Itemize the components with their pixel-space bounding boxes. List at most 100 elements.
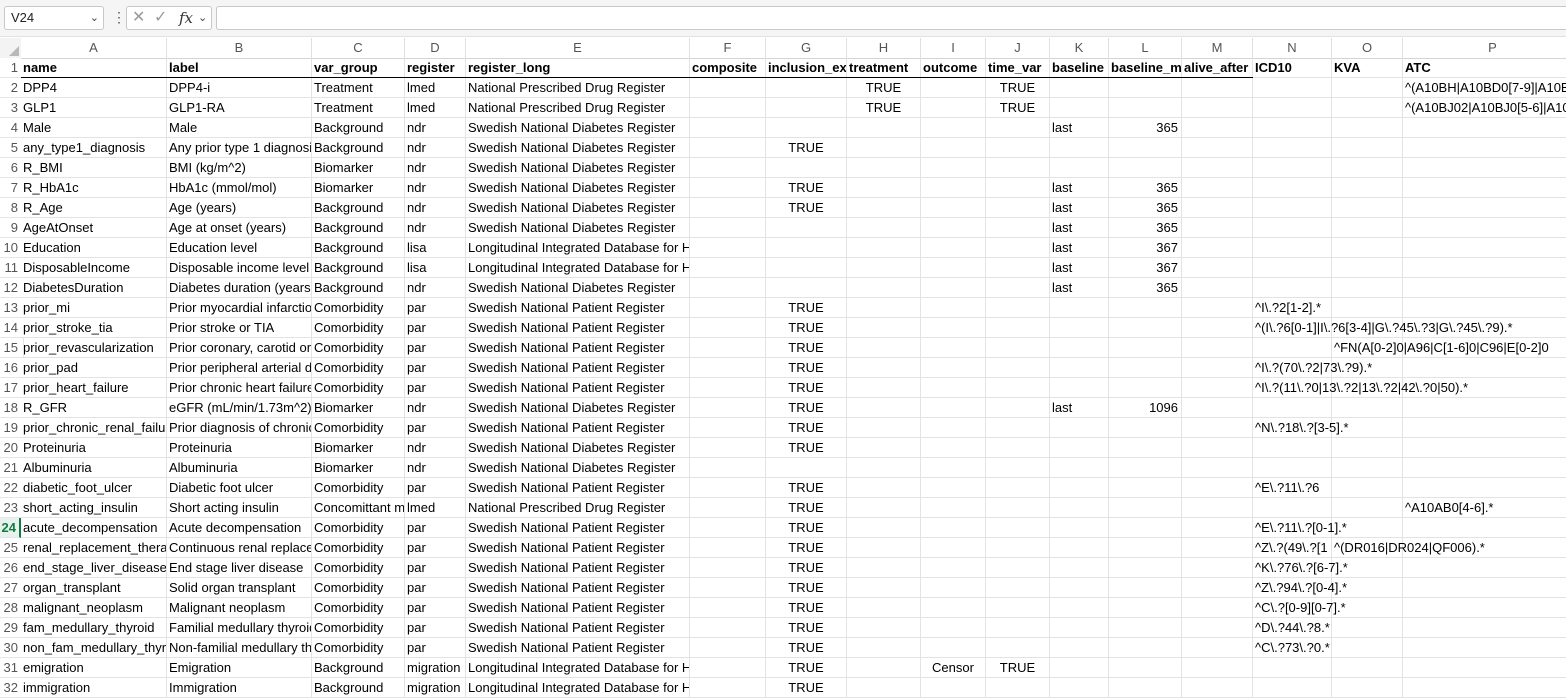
cell-F15[interactable] (690, 338, 766, 358)
cell-F30[interactable] (690, 638, 766, 658)
cell-P22[interactable] (1403, 478, 1566, 498)
cell-A29[interactable]: fam_medullary_thyroid (21, 618, 167, 638)
row-header-20[interactable]: 20 (0, 438, 21, 458)
cell-K10[interactable]: last (1050, 238, 1109, 258)
cell-M5[interactable] (1182, 138, 1253, 158)
cell-K27[interactable] (1050, 578, 1109, 598)
cell-G8[interactable]: TRUE (766, 198, 847, 218)
cell-C32[interactable]: Background (312, 678, 405, 698)
cell-C17[interactable]: Comorbidity (312, 378, 405, 398)
cell-K16[interactable] (1050, 358, 1109, 378)
cell-I2[interactable] (921, 78, 986, 98)
cell-I6[interactable] (921, 158, 986, 178)
cell-C20[interactable]: Biomarker (312, 438, 405, 458)
cell-K23[interactable] (1050, 498, 1109, 518)
cell-G5[interactable]: TRUE (766, 138, 847, 158)
cell-I5[interactable] (921, 138, 986, 158)
cell-G32[interactable]: TRUE (766, 678, 847, 698)
cell-C18[interactable]: Biomarker (312, 398, 405, 418)
cell-A23[interactable]: short_acting_insulin (21, 498, 167, 518)
cell-E22[interactable]: Swedish National Patient Register (466, 478, 690, 498)
insert-function-icon[interactable]: fx (179, 8, 193, 28)
name-box-chevron-icon[interactable]: ⌄ (90, 7, 99, 29)
cell-B15[interactable]: Prior coronary, carotid or peripheral re… (167, 338, 312, 358)
cell-F10[interactable] (690, 238, 766, 258)
cell-F25[interactable] (690, 538, 766, 558)
cell-I23[interactable] (921, 498, 986, 518)
cell-B6[interactable]: BMI (kg/m^2) (167, 158, 312, 178)
cell-H28[interactable] (847, 598, 921, 618)
cell-N6[interactable] (1253, 158, 1332, 178)
cell-I12[interactable] (921, 278, 986, 298)
cell-P9[interactable] (1403, 218, 1566, 238)
cell-N31[interactable] (1253, 658, 1332, 678)
cell-A22[interactable]: diabetic_foot_ulcer (21, 478, 167, 498)
cell-N2[interactable] (1253, 78, 1332, 98)
cell-E1[interactable]: register_long (466, 58, 690, 78)
cell-F14[interactable] (690, 318, 766, 338)
cell-C16[interactable]: Comorbidity (312, 358, 405, 378)
cell-H21[interactable] (847, 458, 921, 478)
cell-O13[interactable] (1332, 298, 1403, 318)
cell-P1[interactable]: ATC (1403, 58, 1566, 78)
row-header-18[interactable]: 18 (0, 398, 21, 418)
cell-M13[interactable] (1182, 298, 1253, 318)
cell-K30[interactable] (1050, 638, 1109, 658)
cell-N18[interactable] (1253, 398, 1332, 418)
cell-D24[interactable]: par (405, 518, 466, 538)
cell-B16[interactable]: Prior peripheral arterial disease (167, 358, 312, 378)
cell-G24[interactable]: TRUE (766, 518, 847, 538)
cell-B3[interactable]: GLP1-RA (167, 98, 312, 118)
cell-A25[interactable]: renal_replacement_therapy (21, 538, 167, 558)
cell-N21[interactable] (1253, 458, 1332, 478)
cell-I15[interactable] (921, 338, 986, 358)
cell-L25[interactable] (1109, 538, 1182, 558)
cell-E32[interactable]: Longitudinal Integrated Database for Hea… (466, 678, 690, 698)
cell-P24[interactable] (1403, 518, 1566, 538)
row-header-22[interactable]: 22 (0, 478, 21, 498)
cell-B7[interactable]: HbA1c (mmol/mol) (167, 178, 312, 198)
cell-I29[interactable] (921, 618, 986, 638)
cell-C13[interactable]: Comorbidity (312, 298, 405, 318)
cell-J7[interactable] (986, 178, 1050, 198)
cell-J24[interactable] (986, 518, 1050, 538)
cell-J17[interactable] (986, 378, 1050, 398)
cell-N17[interactable]: ^I\.?(11\.?0|13\.?2|13\.?2|42\.?0|50).* (1253, 378, 1468, 398)
cell-N8[interactable] (1253, 198, 1332, 218)
cell-O31[interactable] (1332, 658, 1403, 678)
row-header-11[interactable]: 11 (0, 258, 21, 278)
row-header-15[interactable]: 15 (0, 338, 21, 358)
cell-A11[interactable]: DisposableIncome (21, 258, 167, 278)
cell-O6[interactable] (1332, 158, 1403, 178)
cell-L12[interactable]: 365 (1109, 278, 1182, 298)
cell-L7[interactable]: 365 (1109, 178, 1182, 198)
cell-F7[interactable] (690, 178, 766, 198)
cell-G12[interactable] (766, 278, 847, 298)
cell-O30[interactable] (1332, 638, 1403, 658)
cell-I18[interactable] (921, 398, 986, 418)
cell-E21[interactable]: Swedish National Diabetes Register (466, 458, 690, 478)
row-header-26[interactable]: 26 (0, 558, 21, 578)
cell-G10[interactable] (766, 238, 847, 258)
cell-J31[interactable]: TRUE (986, 658, 1050, 678)
cell-I10[interactable] (921, 238, 986, 258)
cell-G1[interactable]: inclusion_ex (766, 58, 847, 78)
cell-M32[interactable] (1182, 678, 1253, 698)
cell-I13[interactable] (921, 298, 986, 318)
column-header-C[interactable]: C (312, 38, 405, 58)
cell-J3[interactable]: TRUE (986, 98, 1050, 118)
cell-L17[interactable] (1109, 378, 1182, 398)
cell-K21[interactable] (1050, 458, 1109, 478)
cell-G9[interactable] (766, 218, 847, 238)
cell-C10[interactable]: Background (312, 238, 405, 258)
cell-B13[interactable]: Prior myocardial infarction (167, 298, 312, 318)
cell-P2[interactable]: ^(A10BH|A10BD0[7-9]|A10BD1[0-3]|A10BD19|… (1403, 78, 1566, 98)
row-header-17[interactable]: 17 (0, 378, 21, 398)
cell-G13[interactable]: TRUE (766, 298, 847, 318)
cell-N28[interactable]: ^C\.?[0-9][0-7].* (1253, 598, 1346, 618)
cell-H29[interactable] (847, 618, 921, 638)
row-header-13[interactable]: 13 (0, 298, 21, 318)
cell-D5[interactable]: ndr (405, 138, 466, 158)
cell-K5[interactable] (1050, 138, 1109, 158)
cell-J10[interactable] (986, 238, 1050, 258)
